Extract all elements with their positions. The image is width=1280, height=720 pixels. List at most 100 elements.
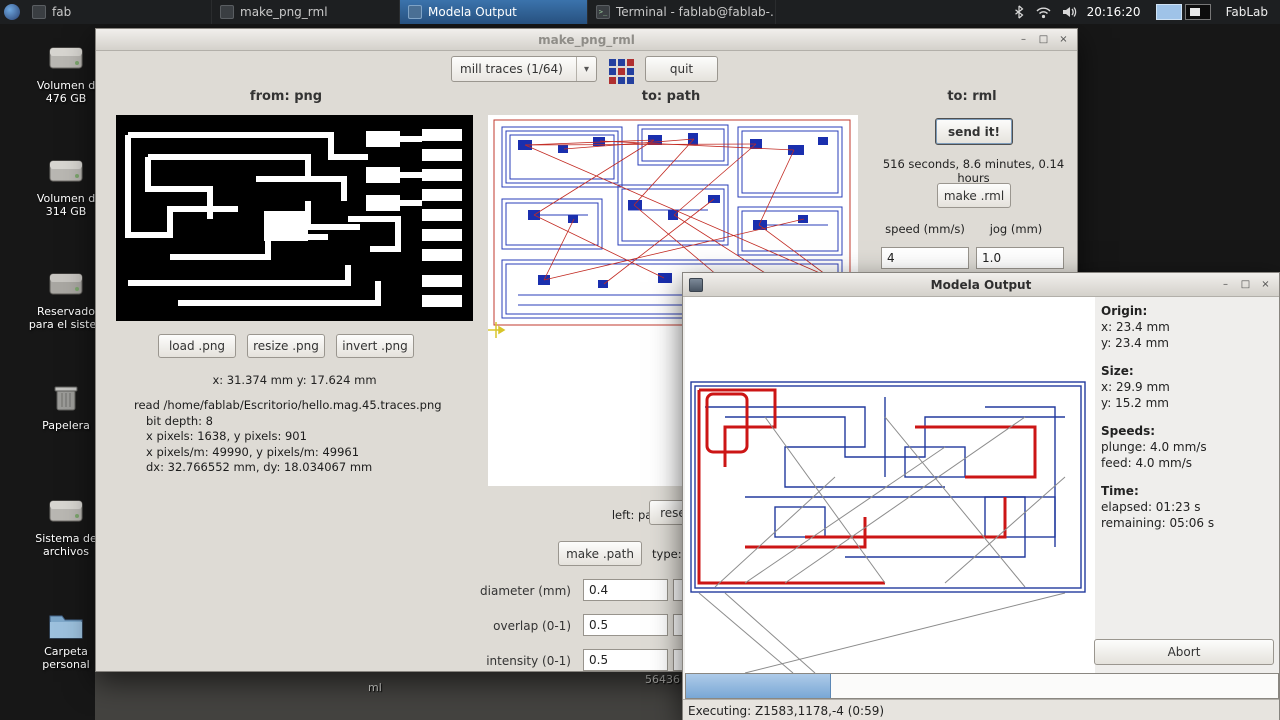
chevron-down-icon: ▾ [576, 57, 596, 81]
pcb-trace-image [116, 115, 473, 321]
desktop-icon-label: para el sisten [28, 318, 104, 331]
app-icon [408, 5, 422, 19]
taskbar-item-modela-output[interactable]: Modela Output [400, 0, 588, 24]
desktop-icon-label: Papelera [42, 419, 90, 432]
origin-x: x: 23.4 mm [1101, 320, 1170, 334]
terminal-icon: >_ [596, 5, 610, 19]
png-info-line: bit depth: 8 [146, 413, 213, 428]
png-info-line: x pixels: 1638, y pixels: 901 [146, 429, 307, 443]
drive-icon [28, 266, 104, 302]
fab-titlebar[interactable]: make_png_rml – □ × [96, 29, 1077, 51]
progress-bar [685, 673, 1279, 699]
desktop-icon-label: archivos [42, 545, 90, 558]
type-label: type: [652, 547, 682, 561]
invert-png-button[interactable]: invert .png [336, 334, 414, 358]
trash-icon [28, 380, 104, 416]
workspace-switcher[interactable] [1155, 4, 1211, 20]
desktop-icon-label: Sistema de [35, 532, 97, 545]
png-info-line: x pixels/m: 49990, y pixels/m: 49961 [146, 444, 360, 459]
desktop-icon-label: Volumen d [36, 79, 96, 92]
app-menu-button[interactable] [0, 0, 24, 24]
remaining-time: remaining: 05:06 s [1101, 516, 1215, 530]
make-rml-button[interactable]: make .rml [937, 183, 1011, 208]
desktop-strip [95, 672, 682, 720]
bluetooth-icon[interactable] [1012, 4, 1026, 20]
taskbar-item-fab[interactable]: fab [24, 0, 212, 24]
minimize-button[interactable]: – [1015, 32, 1032, 47]
speed-input[interactable] [881, 247, 969, 269]
taskbar-item-label: Modela Output [428, 5, 517, 19]
overlap-label: overlap (0-1) [493, 619, 571, 633]
taskbar-item-terminal[interactable]: >_ Terminal - fablab@fablab-... [588, 0, 776, 24]
taskbar-item-label: make_png_rml [240, 5, 328, 19]
png-preview-canvas[interactable] [116, 115, 473, 321]
size-x: x: 29.9 mm [1101, 380, 1170, 394]
load-png-button[interactable]: load .png [158, 334, 236, 358]
jog-label: jog (mm) [989, 222, 1043, 236]
drive-icon [28, 153, 104, 189]
system-tray: 20:16:20 FabLab [1012, 4, 1280, 20]
workspace-1[interactable] [1155, 4, 1182, 20]
diameter-label: diameter (mm) [480, 584, 571, 598]
drive-icon [28, 40, 104, 76]
png-coords-readout: x: 31.374 mm y: 17.624 mm [212, 373, 377, 387]
taskbar-item-make-png-rml[interactable]: make_png_rml [212, 0, 400, 24]
desktop-icon-filesystem[interactable]: Sistema de archivos [28, 493, 104, 558]
window-title: Modela Output [930, 277, 1032, 292]
plunge-speed: plunge: 4.0 mm/s [1101, 440, 1207, 454]
make-path-button[interactable]: make .path [558, 541, 642, 566]
desktop-label-fragment: ml [368, 681, 382, 694]
png-info-line: dx: 32.766552 mm, dy: 18.034067 mm [146, 460, 373, 474]
workspace-2[interactable] [1184, 4, 1211, 20]
modela-output-canvas[interactable] [685, 297, 1095, 673]
app-icon [220, 5, 234, 19]
header-to-path: to: path [641, 89, 701, 104]
process-select[interactable]: mill traces (1/64) ▾ [451, 56, 597, 82]
drive-icon [28, 493, 104, 529]
desktop-icon-trash[interactable]: Papelera [28, 380, 104, 432]
desktop: Volumen d 476 GB Volumen d 314 GB Reserv… [0, 0, 1280, 720]
maximize-button[interactable]: □ [1035, 32, 1052, 47]
desktop-icon-reserved[interactable]: Reservado para el sisten [28, 266, 104, 331]
desktop-icon-label: 314 GB [45, 205, 87, 218]
window-modela-output: Modela Output – □ × Origin: x: 23.4 mm y… [682, 272, 1280, 720]
close-button[interactable]: × [1257, 277, 1274, 292]
send-it-button[interactable]: send it! [935, 118, 1013, 145]
jog-input[interactable] [976, 247, 1064, 269]
minimize-button[interactable]: – [1217, 277, 1234, 292]
origin-heading: Origin: [1101, 304, 1148, 318]
header-to-rml: to: rml [947, 89, 997, 104]
quit-button[interactable]: quit [645, 56, 718, 82]
feed-speed: feed: 4.0 mm/s [1101, 456, 1193, 470]
rml-time-estimate: 516 seconds, 8.6 minutes, 0.14 hours [882, 157, 1065, 185]
workspace-label: FabLab [1225, 5, 1268, 19]
speeds-heading: Speeds: [1101, 424, 1156, 438]
fab-modules-icon[interactable] [609, 59, 634, 84]
milling-path-image [685, 297, 1095, 673]
process-select-value: mill traces (1/64) [460, 62, 563, 76]
desktop-icon-home[interactable]: Carpeta personal [28, 608, 104, 671]
desktop-icon-label: Carpeta [44, 645, 88, 658]
clock[interactable]: 20:16:20 [1087, 5, 1141, 19]
abort-button[interactable]: Abort [1094, 639, 1274, 665]
modela-info-panel: Origin: x: 23.4 mm y: 23.4 mm Size: x: 2… [1101, 303, 1277, 543]
close-button[interactable]: × [1055, 32, 1072, 47]
volume-icon[interactable] [1061, 4, 1078, 20]
taskbar-item-label: Terminal - fablab@fablab-... [616, 5, 776, 19]
origin-y: y: 23.4 mm [1101, 336, 1169, 350]
intensity-input[interactable] [583, 649, 668, 671]
desktop-icon-volume-476[interactable]: Volumen d 476 GB [28, 40, 104, 105]
png-info-block: read /home/fablab/Escritorio/hello.mag.4… [134, 398, 442, 476]
desktop-icon-volume-314[interactable]: Volumen d 314 GB [28, 153, 104, 218]
resize-png-button[interactable]: resize .png [247, 334, 325, 358]
diameter-input[interactable] [583, 579, 668, 601]
wifi-icon[interactable] [1035, 4, 1052, 20]
overlap-input[interactable] [583, 614, 668, 636]
window-title: make_png_rml [538, 32, 635, 47]
desktop-label-fragment: 56436 [645, 673, 680, 686]
window-icon [689, 277, 703, 292]
modela-titlebar[interactable]: Modela Output – □ × [683, 273, 1279, 297]
desktop-icon-label: personal [42, 658, 90, 671]
distro-logo-icon [4, 4, 20, 20]
maximize-button[interactable]: □ [1237, 277, 1254, 292]
